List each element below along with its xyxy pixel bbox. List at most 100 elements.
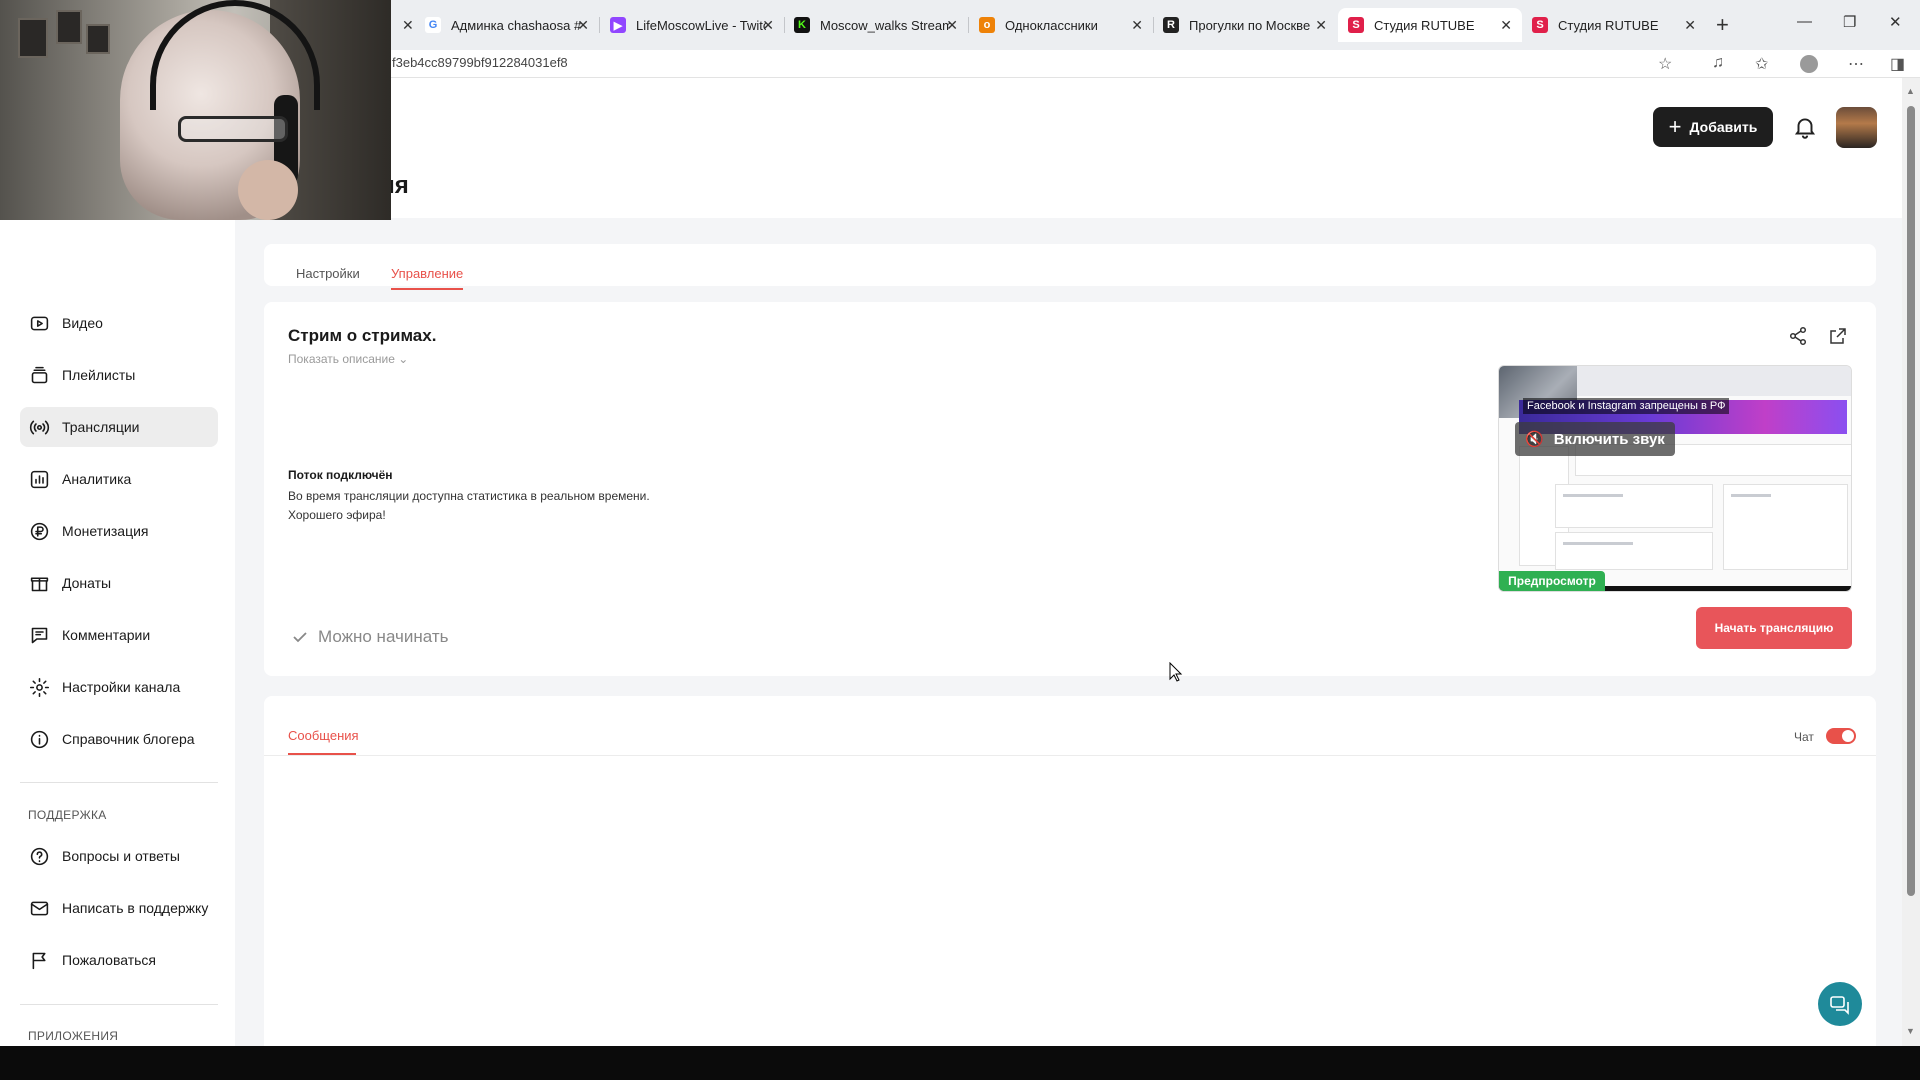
preview-line xyxy=(1563,494,1623,497)
playlist-icon xyxy=(28,364,50,386)
subtabs-card: Настройки Управление xyxy=(264,244,1876,286)
tab-title: Одноклассники xyxy=(1005,17,1098,33)
browser-tab[interactable]: G Админка chashaosa #1 ✕ xyxy=(415,8,599,42)
sidebar-item-donate[interactable]: Донаты xyxy=(20,563,218,603)
sidebar-item-label: Видео xyxy=(62,315,103,331)
show-description-link[interactable]: Показать описание ⌄ xyxy=(288,352,408,366)
gear-icon xyxy=(28,676,50,698)
sidebar-item-mail[interactable]: Написать в поддержку xyxy=(20,888,218,928)
more-menu-icon[interactable]: ⋯ xyxy=(1848,54,1864,74)
tab-title: Студия RUTUBE xyxy=(1558,17,1659,33)
preview-block xyxy=(1555,532,1713,570)
start-broadcast-button[interactable]: Начать трансляцию xyxy=(1696,607,1852,649)
sidebar-item-playlist[interactable]: Плейлисты xyxy=(20,355,218,395)
browser-tab[interactable]: ✕ xyxy=(392,8,424,42)
add-button[interactable]: + Добавить xyxy=(1653,107,1773,147)
sidebar-item-question[interactable]: Вопросы и ответы xyxy=(20,836,218,876)
chat-toggle-label: Чат xyxy=(1794,730,1814,744)
restore-button[interactable]: ❐ xyxy=(1843,13,1856,31)
stream-status-title: Поток подключён xyxy=(288,468,393,482)
browser-tab[interactable]: о Одноклассники ✕ xyxy=(969,8,1153,42)
sidebar-item-label: Вопросы и ответы xyxy=(62,848,180,864)
close-tab-icon[interactable]: ✕ xyxy=(1315,17,1327,34)
sidebar-item-info[interactable]: Справочник блогера xyxy=(20,719,218,759)
sidebar-item-label: Монетизация xyxy=(62,523,149,539)
tab-favicon-icon: R xyxy=(1163,17,1179,33)
sidebar-toggle-icon[interactable]: ◨ xyxy=(1890,54,1905,74)
comments-icon xyxy=(28,624,50,646)
bell-icon[interactable] xyxy=(1792,114,1818,140)
read-aloud-icon[interactable]: ♫ xyxy=(1712,54,1724,72)
close-tab-icon[interactable]: ✕ xyxy=(946,17,958,34)
scroll-up-arrow[interactable]: ▲ xyxy=(1906,86,1915,96)
profile-icon[interactable] xyxy=(1800,55,1818,73)
close-tab-icon[interactable]: ✕ xyxy=(402,17,414,34)
add-button-label: Добавить xyxy=(1689,119,1758,135)
preview-line xyxy=(1731,494,1771,497)
flag-icon xyxy=(28,949,50,971)
sidebar-item-gear[interactable]: Настройки канала xyxy=(20,667,218,707)
preview-banner-text: Facebook и Instagram запрещены в РФ xyxy=(1523,398,1730,414)
external-link-icon[interactable] xyxy=(1828,326,1848,346)
favorites-icon[interactable]: ✩ xyxy=(1755,54,1768,74)
taskbar-strip xyxy=(0,1046,1920,1080)
bookmark-star-icon[interactable]: ☆ xyxy=(1658,54,1672,74)
url-text[interactable]: f3eb4cc89799bf912284031ef8 xyxy=(392,55,568,70)
webcam-overlay xyxy=(0,0,391,220)
browser-tab[interactable]: R Прогулки по Москве ✕ xyxy=(1153,8,1337,42)
close-tab-icon[interactable]: ✕ xyxy=(577,17,589,34)
close-window-button[interactable]: ✕ xyxy=(1889,13,1902,31)
tab-title: LifeMoscowLive - Twitch xyxy=(636,17,766,33)
tab-settings[interactable]: Настройки xyxy=(296,266,360,281)
avatar[interactable] xyxy=(1836,107,1877,148)
sidebar-item-analytics[interactable]: Аналитика xyxy=(20,459,218,499)
close-tab-icon[interactable]: ✕ xyxy=(1500,17,1512,34)
close-tab-icon[interactable]: ✕ xyxy=(1131,17,1143,34)
sidebar-item-broadcast[interactable]: Трансляции xyxy=(20,407,218,447)
stream-status-greeting: Хорошего эфира! xyxy=(288,508,386,522)
tab-manage[interactable]: Управление xyxy=(391,266,463,281)
sidebar-item-label: Плейлисты xyxy=(62,367,136,383)
new-tab-button[interactable]: + xyxy=(1716,12,1729,38)
browser-tab[interactable]: ▶ LifeMoscowLive - Twitch ✕ xyxy=(600,8,784,42)
sidebar-divider xyxy=(20,1004,218,1005)
browser-tab[interactable]: S Студия RUTUBE ✕ xyxy=(1338,8,1522,42)
question-icon xyxy=(28,845,50,867)
mouse-cursor xyxy=(1169,661,1183,687)
sidebar: Видео Плейлисты Трансляции Аналитика Монетиз… xyxy=(0,218,235,1046)
browser-tab[interactable]: S Студия RUTUBE ✕ xyxy=(1522,8,1706,42)
support-heading: ПОДДЕРЖКА xyxy=(28,808,107,822)
close-tab-icon[interactable]: ✕ xyxy=(762,17,774,34)
tab-favicon-icon: S xyxy=(1348,17,1364,33)
stream-title: Стрим о стримах. xyxy=(288,326,437,345)
help-chat-button[interactable] xyxy=(1818,982,1862,1026)
ready-status-label: Можно начинать xyxy=(318,627,449,646)
scroll-down-arrow[interactable]: ▼ xyxy=(1906,1026,1915,1036)
sidebar-item-label: Донаты xyxy=(62,575,112,591)
stream-card: Стрим о стримах. Показать описание ⌄ Пот… xyxy=(264,302,1876,676)
chat-toggle[interactable] xyxy=(1826,728,1856,744)
page-scrollbar[interactable]: ▲ ▼ xyxy=(1902,78,1920,1046)
tab-favicon-icon: ▶ xyxy=(610,17,626,33)
sidebar-item-comments[interactable]: Комментарии xyxy=(20,615,218,655)
sidebar-item-flag[interactable]: Пожаловаться xyxy=(20,940,218,980)
plus-icon: + xyxy=(1668,114,1682,139)
minimize-button[interactable]: — xyxy=(1797,13,1812,30)
tab-messages[interactable]: Сообщения xyxy=(288,728,359,743)
close-tab-icon[interactable]: ✕ xyxy=(1684,17,1696,34)
chat-bubbles-icon xyxy=(1830,996,1849,1015)
unmute-button[interactable]: 🔇 Включить звук xyxy=(1515,422,1675,456)
sidebar-item-video[interactable]: Видео xyxy=(20,303,218,343)
unmute-label: Включить звук xyxy=(1553,430,1665,448)
active-tab-indicator xyxy=(391,288,463,290)
scroll-thumb[interactable] xyxy=(1907,106,1915,896)
browser-tab[interactable]: K Moscow_walks Stream ✕ xyxy=(784,8,968,42)
stream-preview[interactable]: Facebook и Instagram запрещены в РФ 🔇 Вк… xyxy=(1498,365,1852,592)
apps-heading: ПРИЛОЖЕНИЯ xyxy=(28,1029,119,1043)
tab-favicon-icon: S xyxy=(1532,17,1548,33)
share-icon[interactable] xyxy=(1788,326,1808,346)
toggle-knob xyxy=(1842,730,1854,742)
webcam-picture-frame xyxy=(86,24,110,54)
sidebar-item-ruble[interactable]: Монетизация xyxy=(20,511,218,551)
webcam-glasses xyxy=(178,116,288,142)
